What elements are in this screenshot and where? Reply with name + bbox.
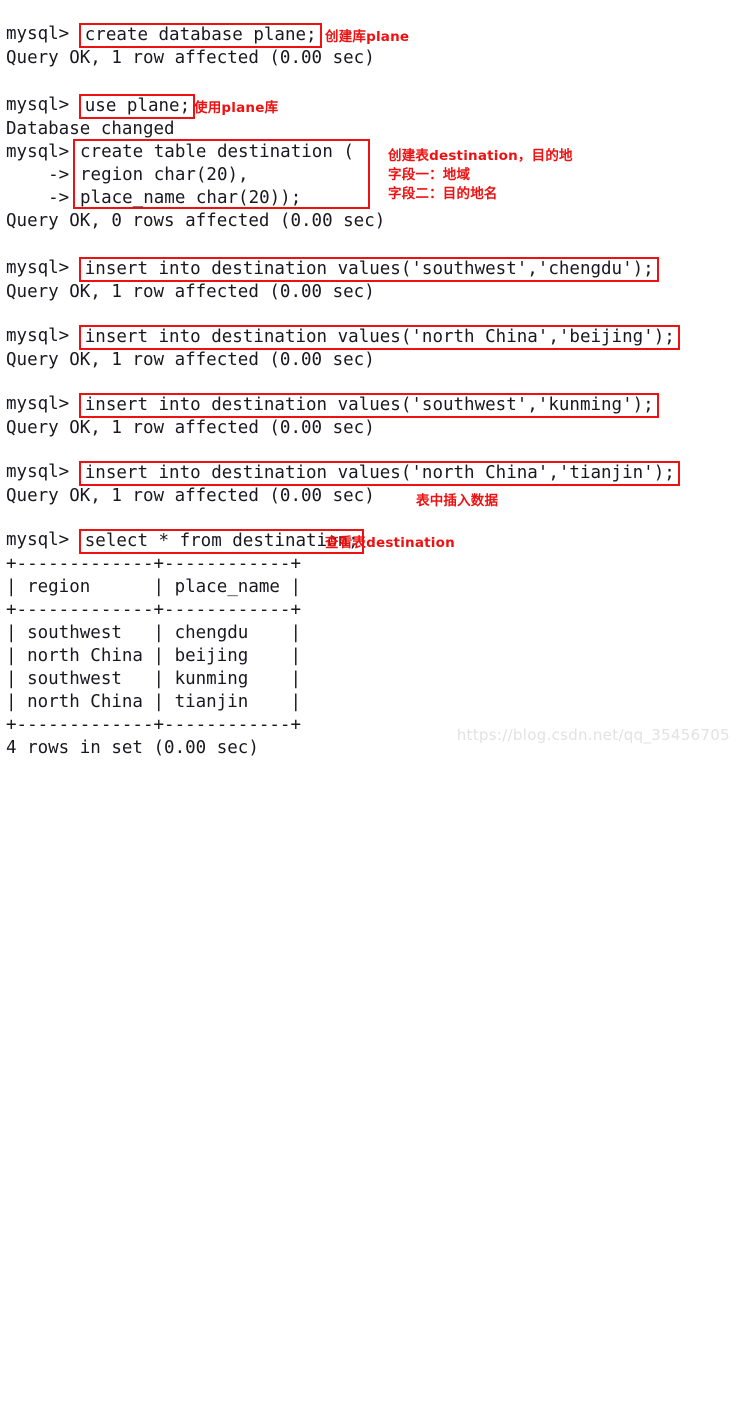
mysql-prompt: mysql> <box>6 326 70 346</box>
table-row: | north China | tianjin | <box>6 692 302 712</box>
annotation-insert-data: 表中插入数据 <box>416 493 499 509</box>
mysql-prompt: mysql> <box>6 142 70 162</box>
table-row: | north China | beijing | <box>6 646 302 666</box>
result-table-header-row: | region | place_name | <box>6 577 302 597</box>
result-line-insert-kunming: Query OK, 1 row affected (0.00 sec) <box>6 418 375 438</box>
table-row: | southwest | kunming | <box>6 669 302 689</box>
prompt-create-table: mysql> <box>6 141 69 164</box>
sql-command-use-database[interactable]: use plane; <box>78 94 196 119</box>
continuation-prompt-1: -> <box>6 165 70 185</box>
sql-command-create-table-line-3: place_name char(20)); <box>80 188 302 208</box>
command-line-insert-beijing: mysql> insert into destination values('n… <box>6 324 680 350</box>
continuation-prompt-2: -> <box>6 188 70 208</box>
annotation-create-table-2: 字段一：地域 <box>388 167 471 183</box>
result-table-separator-top: +-------------+------------+ <box>6 554 302 574</box>
result-line-create-table: Query OK, 0 rows affected (0.00 sec) <box>6 211 386 231</box>
table-row: | southwest | chengdu | <box>6 623 302 643</box>
mysql-prompt: mysql> <box>6 258 70 278</box>
command-line-insert-tianjin: mysql> insert into destination values('n… <box>6 460 680 486</box>
command-line-insert-kunming: mysql> insert into destination values('s… <box>6 392 659 418</box>
sql-command-select-all[interactable]: select * from destination; <box>78 529 364 554</box>
mysql-prompt: mysql> <box>6 462 70 482</box>
command-line-insert-chengdu: mysql> insert into destination values('s… <box>6 256 659 282</box>
mysql-prompt: mysql> <box>6 394 70 414</box>
result-table-separator-middle: +-------------+------------+ <box>6 600 302 620</box>
command-line-select-all: mysql> select * from destination; <box>6 528 364 554</box>
result-line-create-database: Query OK, 1 row affected (0.00 sec) <box>6 48 375 68</box>
result-line-use-database: Database changed <box>6 119 175 139</box>
terminal-output: mysql> create database plane; Query OK, … <box>0 0 736 765</box>
csdn-watermark: https://blog.csdn.net/qq_35456705 <box>456 726 730 744</box>
result-line-insert-beijing: Query OK, 1 row affected (0.00 sec) <box>6 350 375 370</box>
annotation-create-table-1: 创建表destination，目的地 <box>388 148 573 164</box>
sql-command-create-table-line-1: create table destination ( <box>80 142 354 162</box>
sql-command-create-table-box[interactable]: create table destination ( region char(2… <box>73 139 370 209</box>
command-line-create-database: mysql> create database plane; <box>6 22 322 48</box>
annotation-select-data: 查看表destination <box>325 535 455 551</box>
mysql-prompt: mysql> <box>6 24 70 44</box>
command-line-use-database: mysql> use plane; <box>6 93 196 119</box>
annotation-create-database: 创建库plane <box>325 29 410 45</box>
result-line-insert-chengdu: Query OK, 1 row affected (0.00 sec) <box>6 282 375 302</box>
sql-command-insert-kunming[interactable]: insert into destination values('southwes… <box>78 393 659 418</box>
sql-command-insert-tianjin[interactable]: insert into destination values('north Ch… <box>78 461 680 486</box>
mysql-prompt: mysql> <box>6 95 70 115</box>
sql-command-create-table-line-2: region char(20), <box>80 165 249 185</box>
annotation-create-table-3: 字段二：目的地名 <box>388 186 498 202</box>
annotation-use-database: 使用plane库 <box>194 100 279 116</box>
result-line-insert-tianjin: Query OK, 1 row affected (0.00 sec) <box>6 486 375 506</box>
result-table-separator-bottom: +-------------+------------+ <box>6 715 302 735</box>
sql-command-insert-beijing[interactable]: insert into destination values('north Ch… <box>78 325 680 350</box>
sql-command-create-database[interactable]: create database plane; <box>78 23 322 48</box>
result-table-footer: 4 rows in set (0.00 sec) <box>6 738 259 758</box>
sql-command-insert-chengdu[interactable]: insert into destination values('southwes… <box>78 257 659 282</box>
mysql-prompt: mysql> <box>6 530 70 550</box>
